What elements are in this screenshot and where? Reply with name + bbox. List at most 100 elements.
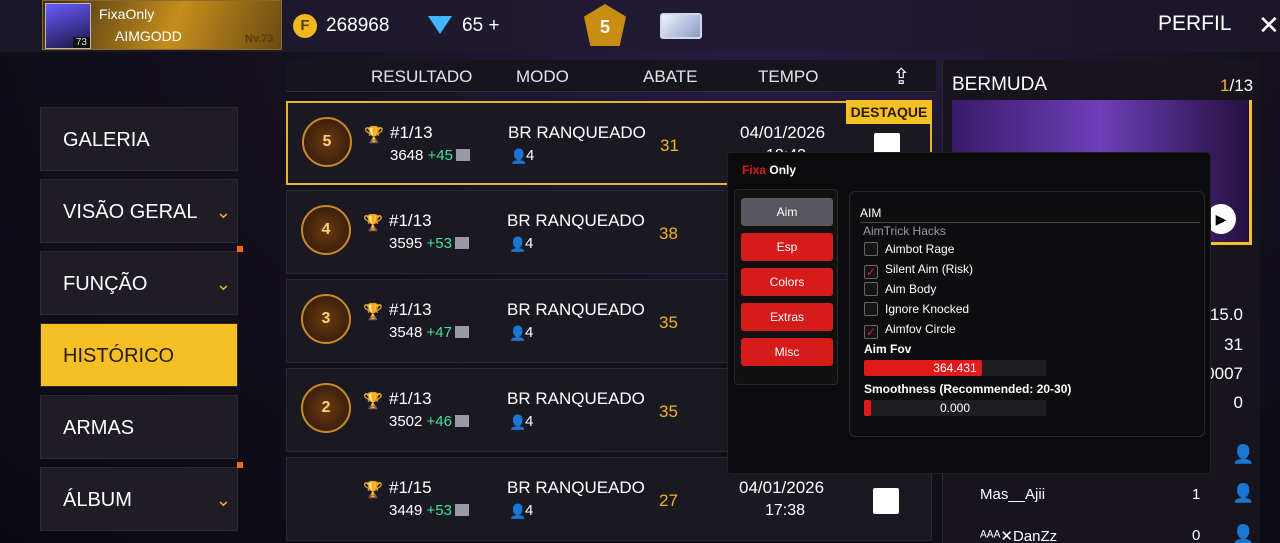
option-row[interactable]: Aimbot Rage: [864, 242, 954, 256]
tab-colors[interactable]: Colors: [741, 268, 833, 296]
tab-misc[interactable]: Misc: [741, 338, 833, 366]
player-card[interactable]: 73 FixaOnly AIMGODD Nv.73: [42, 0, 282, 50]
rank-points: 3648 +45: [390, 147, 470, 164]
points-value: 3595: [389, 235, 423, 252]
game-mode: BR RANQUEADO: [507, 300, 645, 319]
party-size: 4: [525, 324, 534, 341]
sidebar-item-4[interactable]: ARMAS: [40, 395, 238, 459]
slider-label: Aim Fov: [864, 342, 912, 356]
points-value: 3449: [389, 502, 423, 519]
page-title: PERFIL: [1158, 12, 1232, 35]
list-icon: [455, 504, 469, 516]
party-size: 4: [525, 235, 534, 252]
checkbox[interactable]: [864, 282, 878, 296]
diamond-icon: [428, 16, 452, 34]
sidebar-item-1[interactable]: VISÃO GERAL ⌄: [40, 179, 238, 243]
option-row[interactable]: ✓ Aimfov Circle: [864, 322, 956, 339]
tab-aim[interactable]: Aim: [741, 198, 833, 226]
add-friend-icon[interactable]: 👤: [1232, 524, 1254, 543]
slider-value: 364.431: [933, 361, 977, 375]
party-size: 4: [525, 502, 534, 519]
rank-points: 3449 +53: [389, 502, 469, 519]
checkbox[interactable]: [864, 242, 878, 256]
slider-value: 0.000: [939, 401, 971, 415]
avatar-level: 73: [72, 37, 90, 48]
squad-member: ᴬᴬᴬ✕DanZz: [980, 527, 1057, 543]
member-kill-count: 1: [1192, 486, 1201, 503]
save-icon[interactable]: [873, 488, 899, 514]
clan-name: AIMGODD: [115, 28, 182, 44]
col-modo: MODO: [516, 67, 569, 86]
placement: #1/13: [389, 211, 432, 230]
sidebar-item-label: GALERIA: [63, 129, 150, 151]
kill-count: 27: [659, 491, 678, 510]
rank-emblem-icon: 5: [302, 117, 352, 167]
share-icon[interactable]: ⇪: [892, 64, 910, 90]
sidebar-item-0[interactable]: GALERIA: [40, 107, 238, 171]
option-row[interactable]: ✓ Silent Aim (Risk): [864, 262, 973, 279]
checkbox[interactable]: [864, 302, 878, 316]
sidebar-item-5[interactable]: ÁLBUM ⌄: [40, 462, 243, 531]
add-friend-icon[interactable]: 👤: [1232, 483, 1254, 504]
col-abate: ABATE: [643, 67, 698, 86]
points-diff: +46: [426, 413, 452, 430]
kill-count: 38: [659, 224, 678, 243]
kill-count: 35: [659, 313, 678, 332]
page-total: /13: [1229, 76, 1254, 95]
game-mode: BR RANQUEADO: [508, 123, 646, 142]
checkbox[interactable]: ✓: [864, 265, 878, 279]
add-diamonds-button[interactable]: +: [488, 15, 499, 36]
option-row[interactable]: Aim Body: [864, 282, 936, 296]
aim-section: AIM AimTrick Hacks Aimbot Rage ✓ Silent Ai…: [849, 191, 1205, 437]
top-bar: 73 FixaOnly AIMGODD Nv.73 F 268968 65 + …: [0, 0, 1280, 52]
game-mode: BR RANQUEADO: [507, 211, 645, 230]
option-row[interactable]: Ignore Knocked: [864, 302, 969, 316]
diamond-balance[interactable]: 65 +: [462, 15, 500, 37]
notification-dot: [237, 462, 243, 468]
sidebar-item-2[interactable]: FUNÇÃO ⌄: [40, 246, 243, 315]
tab-extras[interactable]: Extras: [741, 303, 833, 331]
col-tempo: TEMPO: [758, 67, 819, 86]
checkbox[interactable]: ✓: [864, 325, 878, 339]
slider-track[interactable]: 364.431: [864, 360, 1046, 376]
squad-member: Mas__Ajii: [980, 486, 1045, 503]
add-friend-icon[interactable]: 👤: [1232, 444, 1254, 465]
placement: #1/13: [390, 123, 433, 142]
section-divider: [860, 222, 1200, 223]
kill-count: 31: [660, 136, 679, 155]
list-icon: [456, 149, 470, 161]
points-diff: +45: [427, 147, 453, 164]
player-name: FixaOnly: [99, 6, 155, 22]
member-name: ᴬᴬᴬ✕DanZz: [980, 528, 1058, 543]
mod-menu-window[interactable]: Fixa Only Aim Esp Colors Extras Misc AIM Aim…: [727, 152, 1211, 474]
chevron-down-icon: ⌄: [215, 202, 231, 222]
match-date: 04/01/2026: [740, 123, 826, 142]
placement: #1/15: [389, 478, 432, 497]
placement: #1/13: [389, 300, 432, 319]
option-label: Aim Body: [885, 282, 937, 296]
mod-menu-tabs: Aim Esp Colors Extras Misc: [734, 189, 838, 385]
avatar[interactable]: 73: [45, 3, 91, 49]
rank-emblem-icon: 4: [301, 205, 351, 255]
title-red: Fixa: [742, 163, 767, 177]
option-label: Silent Aim (Risk): [885, 262, 974, 276]
rank-points: 3502 +46: [389, 413, 469, 430]
option-label: Aimfov Circle: [885, 322, 956, 336]
points-diff: +53: [426, 235, 452, 252]
option-label: Ignore Knocked: [885, 302, 970, 316]
kill-count: 35: [659, 402, 678, 421]
slider-track[interactable]: 0.000: [864, 400, 1046, 416]
trophy-icon: 🏆: [364, 127, 384, 144]
close-icon[interactable]: ✕: [1258, 10, 1280, 41]
party-size: 4: [525, 413, 534, 430]
points-diff: +53: [426, 502, 452, 519]
rank-badge-icon[interactable]: 5: [584, 4, 626, 46]
col-resultado: RESULTADO: [371, 67, 473, 86]
tab-esp[interactable]: Esp: [741, 233, 833, 261]
sidebar-item-3[interactable]: HISTÓRICO: [40, 323, 238, 387]
game-mode: BR RANQUEADO: [507, 389, 645, 408]
elite-card-icon[interactable]: [660, 13, 702, 39]
rank-points: 3595 +53: [389, 235, 469, 252]
points-diff: +47: [426, 324, 452, 341]
person-icon: 👤: [510, 148, 528, 164]
